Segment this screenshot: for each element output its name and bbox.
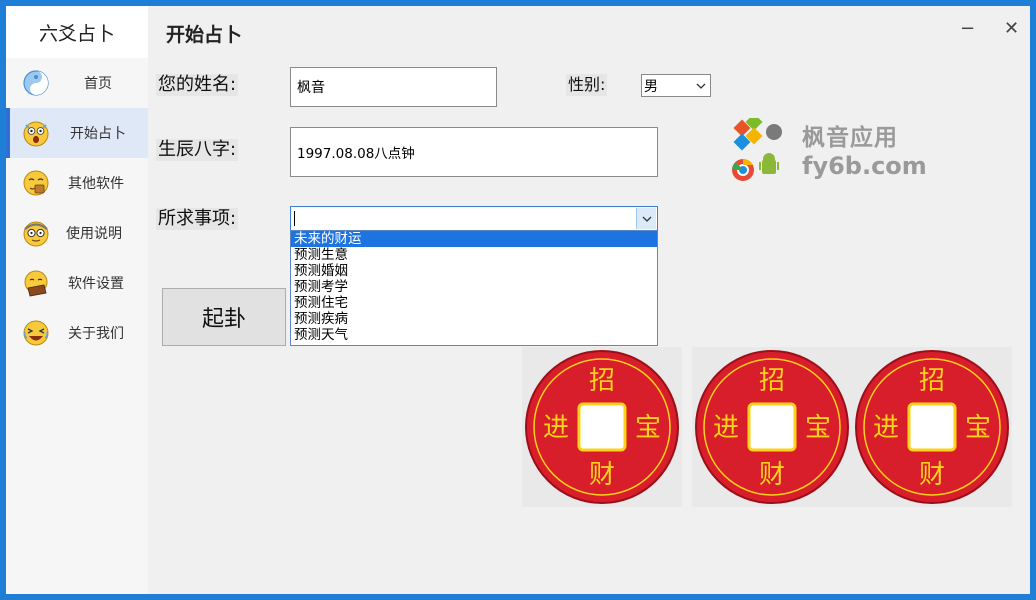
close-button[interactable]: ✕ bbox=[1004, 18, 1019, 39]
chevron-down-icon[interactable] bbox=[636, 208, 656, 229]
chevron-down-icon bbox=[692, 75, 710, 96]
minimize-button[interactable]: − bbox=[960, 18, 975, 39]
text-caret bbox=[294, 211, 295, 226]
dropdown-option[interactable]: 预测天气 bbox=[291, 327, 657, 343]
coin-char-right: 宝 bbox=[965, 413, 991, 443]
dropdown-option[interactable]: 预测婚姻 bbox=[291, 263, 657, 279]
birth-label: 生辰八字: bbox=[156, 139, 239, 161]
coin-icon: 招 进 宝 财 bbox=[855, 350, 1009, 504]
app-title: 六爻占卜 bbox=[6, 6, 148, 58]
coin-char-left: 进 bbox=[713, 413, 739, 443]
coin-panel: 招 进 宝 财 bbox=[852, 347, 1012, 507]
dropdown-option[interactable]: 预测生意 bbox=[291, 247, 657, 263]
brand-logo-icon bbox=[732, 118, 782, 181]
coin-icon: 招 进 宝 财 bbox=[695, 350, 849, 504]
gender-value: 男 bbox=[644, 78, 658, 95]
watermark-text-url: fy6b.com bbox=[802, 152, 927, 180]
app-window: 六爻占卜 首页 开始占卜 其他软件 使用说明 软件设置 关于我们 开始占卜 − … bbox=[6, 6, 1030, 594]
coin-char-bottom: 财 bbox=[589, 460, 615, 490]
dropdown-option[interactable]: 未来的财运 bbox=[291, 231, 657, 247]
coin-char-right: 宝 bbox=[635, 413, 661, 443]
matter-dropdown-list: 未来的财运 预测生意 预测婚姻 预测考学 预测住宅 预测疾病 预测天气 bbox=[290, 230, 658, 346]
coin-panel: 招 进 宝 财 bbox=[522, 347, 682, 507]
matter-combobox[interactable] bbox=[290, 206, 658, 231]
birth-input[interactable]: 1997.08.08八点钟 bbox=[290, 127, 658, 177]
dropdown-option[interactable]: 预测住宅 bbox=[291, 295, 657, 311]
sidebar-item-home[interactable]: 首页 bbox=[6, 58, 148, 108]
sidebar-item-instructions[interactable]: 使用说明 bbox=[6, 208, 148, 258]
sidebar-item-label: 软件设置 bbox=[68, 276, 124, 292]
sidebar-item-start[interactable]: 开始占卜 bbox=[6, 108, 148, 158]
coin-panel: 招 进 宝 财 bbox=[692, 347, 852, 507]
coin-icon: 招 进 宝 财 bbox=[525, 350, 679, 504]
coin-char-top: 招 bbox=[589, 366, 615, 396]
name-input[interactable]: 枫音 bbox=[290, 67, 497, 107]
nerd-face-icon bbox=[23, 221, 49, 247]
dropdown-option[interactable]: 预测疾病 bbox=[291, 311, 657, 327]
sidebar-item-label: 首页 bbox=[84, 76, 112, 92]
coin-char-right: 宝 bbox=[805, 413, 831, 443]
coin-char-top: 招 bbox=[759, 366, 785, 396]
sidebar: 六爻占卜 首页 开始占卜 其他软件 使用说明 软件设置 关于我们 bbox=[6, 6, 148, 594]
watermark-text-cn: 枫音应用 bbox=[802, 125, 898, 151]
qi-gua-button[interactable]: 起卦 bbox=[162, 288, 286, 346]
laptop-face-icon bbox=[24, 270, 48, 297]
gender-select[interactable]: 男 bbox=[641, 74, 711, 97]
sidebar-item-label: 使用说明 bbox=[66, 226, 122, 242]
coin-char-bottom: 财 bbox=[919, 460, 945, 490]
dropdown-option[interactable]: 预测考学 bbox=[291, 279, 657, 295]
coin-char-bottom: 财 bbox=[759, 460, 785, 490]
birth-value: 1997.08.08八点钟 bbox=[297, 146, 415, 162]
coffee-face-icon bbox=[23, 170, 49, 196]
sidebar-item-other-software[interactable]: 其他软件 bbox=[6, 158, 148, 208]
name-label: 您的姓名: bbox=[156, 74, 239, 96]
coin-char-left: 进 bbox=[543, 413, 569, 443]
matter-label: 所求事项: bbox=[156, 208, 239, 230]
shocked-face-icon bbox=[23, 121, 49, 147]
yin-yang-icon bbox=[23, 70, 49, 96]
sidebar-item-settings[interactable]: 软件设置 bbox=[6, 258, 148, 308]
sidebar-item-label: 其他软件 bbox=[68, 176, 124, 192]
sidebar-item-label: 开始占卜 bbox=[70, 126, 126, 142]
coin-char-top: 招 bbox=[919, 366, 945, 396]
coin-char-left: 进 bbox=[873, 413, 899, 443]
watermark-logo: 枫音应用 fy6b.com bbox=[730, 118, 930, 188]
sidebar-item-label: 关于我们 bbox=[68, 326, 124, 342]
sidebar-item-about[interactable]: 关于我们 bbox=[6, 308, 148, 358]
page-title: 开始占卜 bbox=[166, 24, 243, 46]
laughing-face-icon bbox=[23, 320, 49, 346]
name-value: 枫音 bbox=[297, 80, 325, 96]
gender-label: 性别: bbox=[566, 74, 608, 96]
